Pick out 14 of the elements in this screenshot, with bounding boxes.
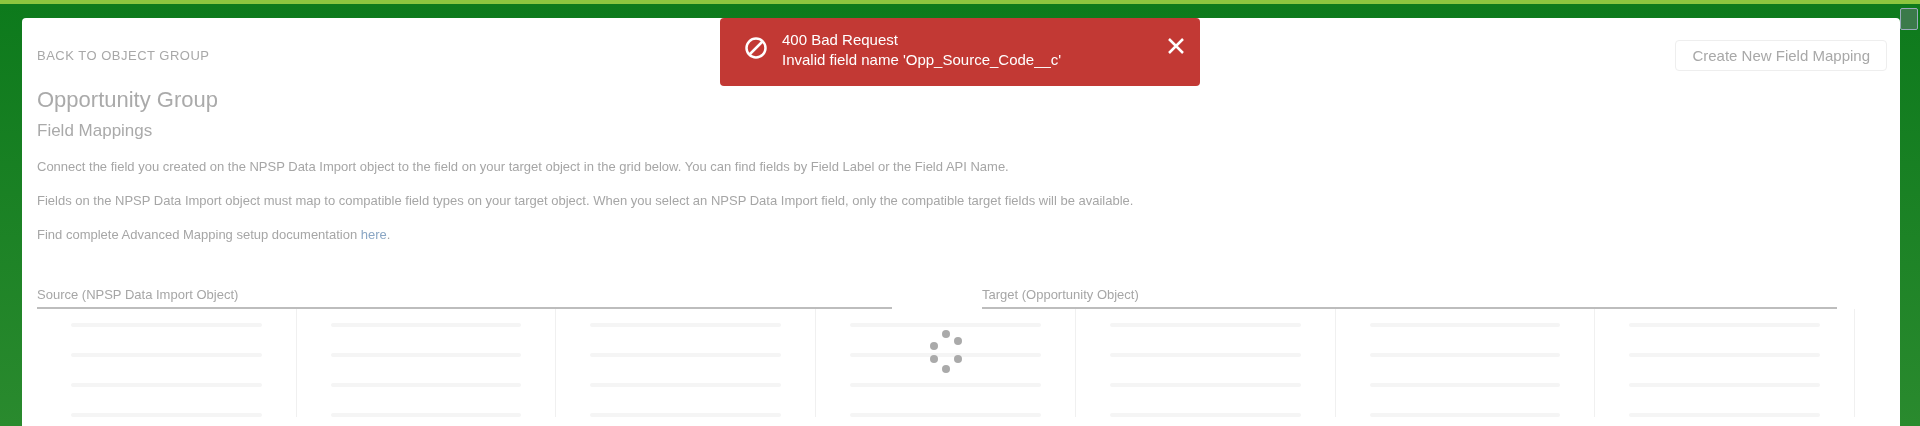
description-text: Find complete Advanced Mapping setup documentation here.	[37, 227, 392, 243]
close-button[interactable]	[1166, 36, 1186, 56]
description-text: Connect the field you created on the NPSP Data Import object to the field on your target object in the grid below. You can find fields by Field Label or the Field API Name.	[37, 159, 1010, 175]
page-subtitle: Field Mappings	[37, 121, 154, 141]
column-header: Source (NPSP Data Import Object)	[37, 287, 892, 309]
blocked-icon	[744, 36, 768, 60]
column-header: Target (Opportunity Object)	[982, 287, 1837, 309]
create-mapping-button[interactable]: Create New Field Mapping	[1675, 40, 1887, 71]
description-text: Fields on the NPSP Data Import object must map to compatible field types on your target object. When you select an NPSP Data Import field, only the compatible target fields will be available.	[37, 193, 1135, 209]
toast-message: Invalid field name 'Opp_Source_Code__c'	[782, 50, 1063, 70]
documentation-link[interactable]: here	[360, 227, 387, 242]
toast-title: 400 Bad Request	[782, 30, 899, 50]
page-title: Opportunity Group	[37, 87, 219, 113]
back-link[interactable]: BACK TO OBJECT GROUP	[37, 48, 210, 63]
